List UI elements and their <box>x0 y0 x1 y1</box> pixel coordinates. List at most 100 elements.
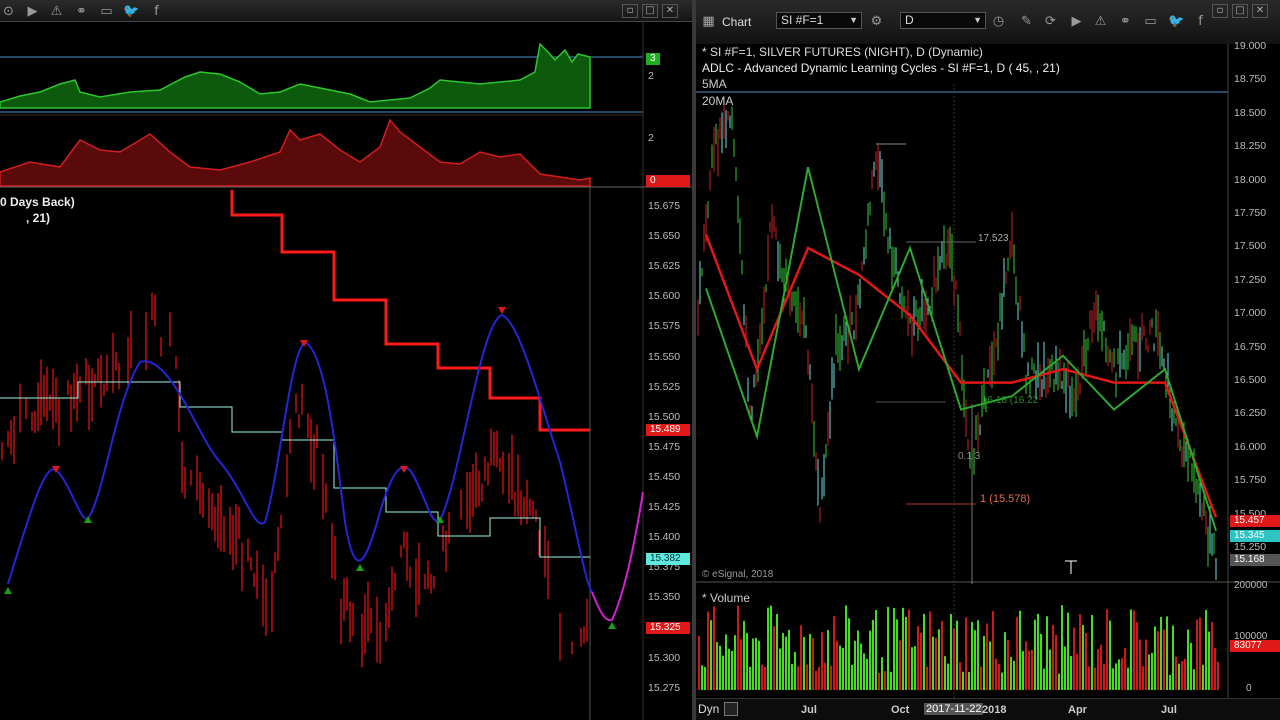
volume-bar <box>809 633 811 690</box>
volume-bar <box>1043 668 1045 690</box>
right-price-tick: 15.250 <box>1234 541 1267 553</box>
volume-bar <box>1031 649 1033 690</box>
twitter-icon[interactable]: 🐦 <box>1168 13 1185 30</box>
left-price-tick: 15.450 <box>648 470 681 483</box>
link-icon[interactable]: ⚭ <box>73 3 90 20</box>
volume-bar <box>752 638 754 690</box>
date-highlight: 2017-11-22 <box>924 703 984 715</box>
volume-bar <box>779 648 781 690</box>
right-price-tick: 17.000 <box>1234 307 1267 320</box>
volume-bar <box>1058 673 1060 690</box>
annotation-low-a: 0.1 3 <box>958 451 981 462</box>
red-price-bars <box>1 292 588 668</box>
volume-bar <box>1055 634 1057 690</box>
volume-bar <box>713 606 715 690</box>
volume-bar <box>950 614 952 690</box>
volume-bar <box>1052 624 1054 690</box>
close-button[interactable]: ✕ <box>1252 4 1268 18</box>
volume-bar <box>1214 648 1216 690</box>
play-icon[interactable]: ▶ <box>24 3 41 20</box>
left-price-tick: 15.675 <box>648 200 681 212</box>
facebook-icon[interactable]: f <box>1192 13 1209 30</box>
restore-button[interactable]: ▫ <box>1212 4 1228 18</box>
right-price-tick: 18.000 <box>1234 173 1267 186</box>
symbol-input[interactable]: SI #F=1 ▼ <box>776 12 862 29</box>
left-price-tick: 15.300 <box>648 651 681 664</box>
volume-bar <box>773 626 775 690</box>
maximize-button[interactable]: □ <box>642 4 658 18</box>
link-icon[interactable]: ⚭ <box>1117 13 1134 30</box>
osc1-mid-tick: 2 <box>648 70 654 82</box>
interval-select[interactable]: D ▼ <box>900 12 986 29</box>
copyright: © eSignal, 2018 <box>702 569 774 580</box>
right-price-tick: 16.500 <box>1234 374 1267 386</box>
left-chart-svg <box>0 22 692 720</box>
maximize-button[interactable]: □ <box>1232 4 1248 18</box>
left-price-tick: 15.425 <box>648 501 681 513</box>
volume-bar <box>812 638 814 690</box>
volume-bar <box>1085 633 1087 690</box>
volume-bar <box>725 634 727 690</box>
ma20-label: 20MA <box>702 94 734 108</box>
volume-bar <box>941 621 943 690</box>
pencil-icon[interactable]: ✎ <box>1018 13 1035 30</box>
message-icon[interactable]: ▭ <box>1142 13 1159 30</box>
volume-bar <box>926 666 928 690</box>
volume-bar <box>887 606 889 690</box>
volume-bar <box>1061 605 1063 690</box>
volume-bar <box>1070 655 1072 690</box>
volume-bar <box>884 670 886 690</box>
volume-bar <box>1190 642 1192 690</box>
right-toolbar: ▦ Chart SI #F=1 ▼ ⚙ D ▼ ◷ ✎ ⟳ ▶ ⚠ ⚭ ▭ 🐦 f … <box>696 0 1280 44</box>
volume-bar <box>974 630 976 690</box>
volume-bar <box>857 630 859 690</box>
volume-bar <box>905 616 907 690</box>
clock-icon[interactable]: ◷ <box>990 13 1007 30</box>
alert-icon[interactable]: ⚠ <box>1092 13 1109 30</box>
right-price-tick: 18.250 <box>1234 140 1267 153</box>
volume-bar <box>770 605 772 690</box>
right-price-tick: 16.250 <box>1234 407 1267 420</box>
alert-icon[interactable]: ⚠ <box>48 3 65 20</box>
right-price-tick: 15.750 <box>1234 474 1267 487</box>
osc2-mid-tick: 2 <box>648 132 654 144</box>
refresh-icon[interactable]: ⟳ <box>1042 13 1059 30</box>
volume-bar <box>869 630 871 690</box>
play-icon[interactable]: ▶ <box>1068 13 1085 30</box>
facebook-icon[interactable]: f <box>148 3 165 20</box>
volume-bar <box>1037 613 1039 690</box>
green-oscillator-area <box>0 42 591 109</box>
restore-button[interactable]: ▫ <box>622 4 638 18</box>
volume-bar <box>761 664 763 690</box>
volume-bar <box>1217 661 1219 690</box>
right-chart-pane: ▦ Chart SI #F=1 ▼ ⚙ D ▼ ◷ ✎ ⟳ ▶ ⚠ ⚭ ▭ 🐦 f … <box>696 0 1280 720</box>
calendar-icon[interactable] <box>724 702 738 716</box>
volume-bar <box>980 666 982 690</box>
volume-bar <box>986 623 988 690</box>
volume-tick-0: 0 <box>1246 683 1252 694</box>
volume-bar <box>728 648 730 690</box>
volume-bar <box>1163 629 1165 690</box>
settings-icon[interactable]: ⚙ <box>868 13 885 30</box>
volume-bar <box>1196 619 1198 690</box>
close-button[interactable]: ✕ <box>662 4 678 18</box>
volume-bar <box>734 635 736 690</box>
left-price-tick: 15.650 <box>648 230 681 243</box>
volume-bar <box>716 642 718 690</box>
price-tag-cyan: 15.345 <box>1230 530 1280 542</box>
volume-bar <box>1046 616 1048 690</box>
volume-bar <box>875 610 877 690</box>
volume-bar <box>791 663 793 690</box>
twitter-icon[interactable]: 🐦 <box>123 3 140 20</box>
volume-bar <box>854 640 856 690</box>
message-icon[interactable]: ▭ <box>98 3 115 20</box>
chevron-down-icon: ▼ <box>849 15 858 25</box>
volume-bar <box>1022 651 1024 690</box>
right-price-tick: 16.000 <box>1234 440 1267 453</box>
volume-bar <box>1076 653 1078 690</box>
price-tag-red-2: 15.325 <box>646 622 690 634</box>
dyn-label[interactable]: Dyn <box>698 702 719 716</box>
volume-bar <box>872 619 874 690</box>
volume-bar <box>836 640 838 690</box>
back-icon[interactable]: ⊙ <box>0 3 17 20</box>
